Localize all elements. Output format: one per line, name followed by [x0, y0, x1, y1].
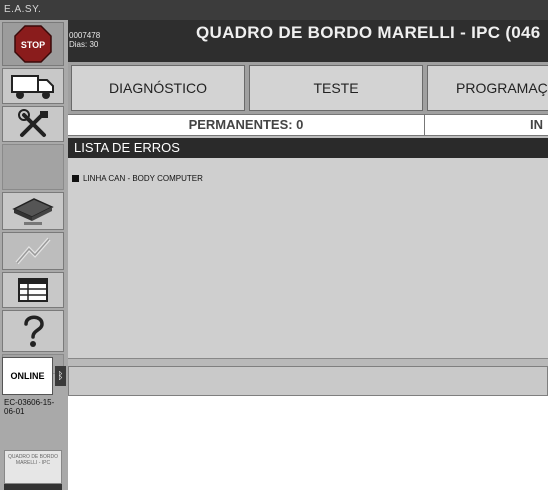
permanent-count: PERMANENTES: 0 — [68, 115, 425, 135]
table-button[interactable] — [2, 272, 64, 308]
error-list-header: LISTA DE ERROS — [68, 138, 548, 158]
error-list: LINHA CAN - BODY COMPUTER — [68, 158, 548, 358]
header-bar: 0007478 Dias: 30 QUADRO DE BORDO MARELLI… — [68, 20, 548, 62]
ecu-button[interactable] — [2, 192, 64, 230]
session-info: 0007478 Dias: 30 — [69, 31, 100, 49]
ecu-icon — [12, 198, 54, 225]
page-title: QUADRO DE BORDO MARELLI - IPC (046 — [196, 23, 541, 42]
truck-icon — [11, 75, 54, 99]
bluetooth-icon: ᛒ — [55, 366, 66, 386]
signal-button[interactable] — [2, 232, 64, 270]
signal-icon — [15, 237, 51, 265]
stop-button[interactable]: STOP — [2, 22, 64, 66]
session-days: Dias: 30 — [69, 40, 99, 49]
vehicle-button[interactable] — [2, 68, 64, 104]
ecu-code: EC-03606-15-06-01 — [4, 398, 55, 416]
divider — [68, 358, 548, 366]
tools-icon — [18, 109, 48, 137]
stop-icon: STOP — [14, 25, 52, 63]
detail-pane — [68, 396, 548, 490]
tools-button[interactable] — [2, 106, 64, 142]
online-status-button[interactable]: ONLINE — [2, 357, 53, 395]
tab-bar: DIAGNÓSTICO TESTE PROGRAMAÇ — [68, 62, 548, 114]
thumbnail-bar — [4, 484, 62, 490]
error-counter-bar: PERMANENTES: 0 IN — [68, 114, 548, 136]
stop-label: STOP — [21, 40, 45, 50]
tab-programacao[interactable]: PROGRAMAÇ — [427, 65, 548, 111]
table-icon — [18, 278, 48, 302]
tab-teste[interactable]: TESTE — [249, 65, 423, 111]
tab-diagnostico[interactable]: DIAGNÓSTICO — [71, 65, 245, 111]
window-title: E.A.SY. — [0, 0, 548, 20]
list-item[interactable]: LINHA CAN - BODY COMPUTER — [72, 174, 203, 183]
status-strip — [68, 366, 548, 396]
sidebar-blank — [2, 144, 64, 190]
help-icon — [24, 315, 44, 347]
module-thumbnail-label: QUADRO DE BORDO MARELLI - IPC — [7, 454, 58, 466]
error-marker-icon — [72, 175, 79, 182]
help-button[interactable] — [2, 310, 64, 352]
sidebar: STOP — [0, 20, 68, 490]
session-code: 0007478 — [69, 31, 101, 40]
error-label: LINHA CAN - BODY COMPUTER — [83, 174, 203, 183]
module-thumbnail[interactable]: QUADRO DE BORDO MARELLI - IPC — [4, 450, 62, 484]
intermittent-count: IN — [530, 117, 543, 132]
